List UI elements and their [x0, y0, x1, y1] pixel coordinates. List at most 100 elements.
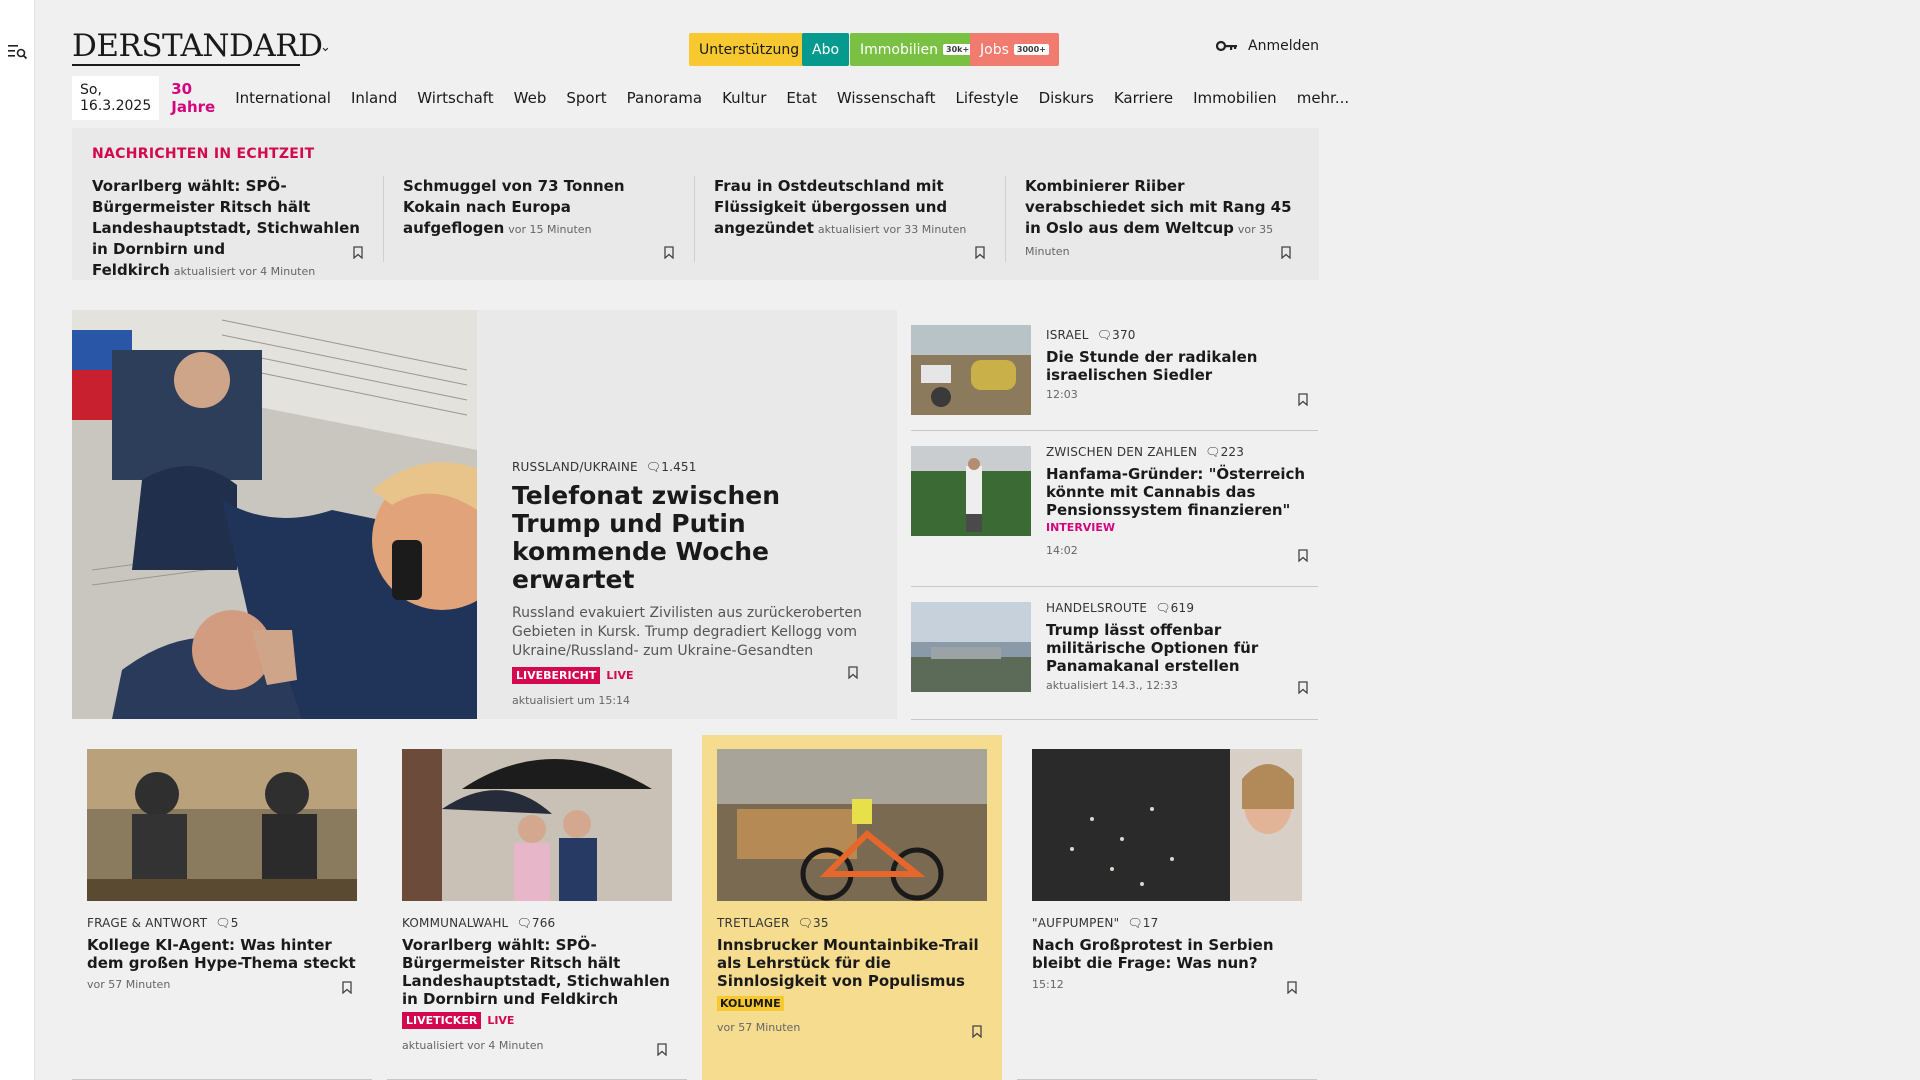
story-headline[interactable]: Hanfama-Gründer: "Österreich könnte mit …: [1046, 465, 1311, 519]
support-button[interactable]: Unterstützung: [689, 33, 810, 66]
comment-count[interactable]: 370: [1112, 328, 1136, 342]
lead-summary: Russland evakuiert Zivilisten aus zurück…: [512, 605, 862, 659]
chevron-down-icon[interactable]: ⌄: [320, 40, 331, 55]
nav-item-lifestyle[interactable]: Lifestyle: [956, 89, 1019, 107]
divider: [1005, 176, 1006, 262]
bookmark-icon[interactable]: [975, 246, 985, 259]
bookmark-icon[interactable]: [664, 246, 674, 259]
story-kicker: HANDELSROUTE: [1046, 601, 1148, 615]
nav-item-mehr[interactable]: mehr...: [1297, 89, 1349, 107]
ticker-item[interactable]: Vorarlberg wählt: SPÖ-Bürgermeister Rits…: [92, 176, 372, 279]
story-timestamp: 12:03: [1046, 388, 1078, 401]
comments-icon[interactable]: 🗨︎: [516, 916, 531, 930]
comments-icon[interactable]: 🗨︎: [1205, 445, 1220, 459]
live-label: LIVE: [487, 1014, 515, 1027]
nav-item-international[interactable]: International: [235, 89, 331, 107]
login-button[interactable]: Anmelden: [1216, 38, 1319, 54]
lead-story[interactable]: RUSSLAND/UKRAINE 🗨︎1.451 Telefonat zwisch…: [72, 310, 897, 719]
bookmark-icon[interactable]: [1298, 681, 1308, 694]
story-thumbnail[interactable]: [717, 749, 987, 901]
bookmark-icon[interactable]: [353, 246, 363, 259]
comment-count[interactable]: 766: [532, 916, 556, 930]
story-headline[interactable]: Kollege KI-Agent: Was hinter dem großen …: [87, 936, 359, 972]
nav-item-sport[interactable]: Sport: [566, 89, 606, 107]
ticker-item[interactable]: Schmuggel von 73 Tonnen Kokain nach Euro…: [403, 176, 683, 272]
story-text: FRAGE & ANTWORT 🗨︎5 Kollege KI-Agent: Was…: [87, 916, 359, 991]
nav-item-kultur[interactable]: Kultur: [722, 89, 766, 107]
comment-count[interactable]: 223: [1221, 445, 1245, 459]
immobilien-label: Immobilien: [860, 41, 939, 58]
comment-count[interactable]: 17: [1143, 916, 1159, 930]
lead-image[interactable]: [72, 310, 477, 719]
nav-item-inland[interactable]: Inland: [351, 89, 397, 107]
logo[interactable]: DERSTANDARD: [72, 28, 323, 64]
lead-timestamp: aktualisiert um 15:14: [512, 694, 631, 707]
lead-comment-count[interactable]: 1.451: [661, 460, 696, 474]
comments-icon[interactable]: 🗨︎: [1155, 601, 1170, 615]
comment-count[interactable]: 35: [813, 916, 829, 930]
nav-item-wissenschaft[interactable]: Wissenschaft: [837, 89, 936, 107]
story-kicker: ISRAEL: [1046, 328, 1089, 342]
list-item[interactable]: ISRAEL 🗨︎370 Die Stunde der radikalen isr…: [911, 310, 1318, 431]
story-thumbnail[interactable]: [1032, 749, 1302, 901]
bookmark-icon[interactable]: [972, 1025, 982, 1038]
comments-icon[interactable]: 🗨︎: [1097, 328, 1112, 342]
story-thumbnail[interactable]: [911, 325, 1031, 415]
bookmark-icon[interactable]: [1281, 246, 1291, 259]
nav-item-wirtschaft[interactable]: Wirtschaft: [417, 89, 493, 107]
nav-item-immobilien[interactable]: Immobilien: [1193, 89, 1277, 107]
story-text: TRETLAGER 🗨︎35 Innsbrucker Mountainbike-T…: [717, 916, 989, 1034]
nav-item-etat[interactable]: Etat: [786, 89, 816, 107]
story-card[interactable]: TRETLAGER 🗨︎35 Innsbrucker Mountainbike-T…: [702, 735, 1002, 1080]
comments-icon[interactable]: 🗨︎: [1127, 916, 1142, 930]
story-card[interactable]: "AUFPUMPEN" 🗨︎17 Nach Großprotest in Serb…: [1017, 735, 1317, 1080]
nav-item-web[interactable]: Web: [514, 89, 547, 107]
story-kicker: KOMMUNALWAHL: [402, 916, 509, 930]
story-card[interactable]: KOMMUNALWAHL 🗨︎766 Vorarlberg wählt: SPÖ-…: [387, 735, 687, 1080]
ticker-item[interactable]: Frau in Ostdeutschland mit Flüssigkeit ü…: [714, 176, 994, 272]
comments-icon[interactable]: 🗨︎: [215, 916, 230, 930]
story-kicker: ZWISCHEN DEN ZAHLEN: [1046, 445, 1198, 459]
menu-search-icon[interactable]: [8, 42, 28, 60]
lead-text: RUSSLAND/UKRAINE 🗨︎1.451 Telefonat zwisch…: [512, 460, 872, 707]
story-card[interactable]: FRAGE & ANTWORT 🗨︎5 Kollege KI-Agent: Was…: [72, 735, 372, 1080]
nav-item-30-jahre[interactable]: 30 Jahre: [171, 80, 215, 116]
story-text: ISRAEL 🗨︎370 Die Stunde der radikalen isr…: [1046, 328, 1311, 401]
bookmark-icon[interactable]: [657, 1043, 667, 1056]
story-headline[interactable]: Innsbrucker Mountainbike-Trail als Lehrs…: [717, 936, 989, 990]
story-headline[interactable]: Vorarlberg wählt: SPÖ-Bürgermeister Rits…: [402, 936, 674, 1008]
nav-item-karriere[interactable]: Karriere: [1114, 89, 1173, 107]
comment-count[interactable]: 619: [1171, 601, 1195, 615]
immobilien-button[interactable]: Immobilien 30k+: [850, 33, 983, 66]
story-timestamp: aktualisiert vor 4 Minuten: [402, 1039, 544, 1052]
ticker-item[interactable]: Kombinierer Riiber verabschiedet sich mi…: [1025, 176, 1305, 272]
current-date: So, 16.3.2025: [72, 76, 160, 120]
list-item[interactable]: HANDELSROUTE 🗨︎619 Trump lässt offenbar m…: [911, 587, 1318, 720]
story-thumbnail[interactable]: [87, 749, 357, 901]
comments-icon[interactable]: 🗨︎: [798, 916, 813, 930]
story-thumbnail[interactable]: [911, 446, 1031, 536]
livebericht-badge: LIVEBERICHT: [512, 667, 601, 684]
comment-count[interactable]: 5: [231, 916, 239, 930]
nav-item-panorama[interactable]: Panorama: [627, 89, 702, 107]
story-headline[interactable]: Trump lässt offenbar militärische Option…: [1046, 621, 1311, 675]
story-text: "AUFPUMPEN" 🗨︎17 Nach Großprotest in Serb…: [1032, 916, 1304, 991]
story-timestamp: aktualisiert 14.3., 12:33: [1046, 679, 1178, 692]
immobilien-badge: 30k+: [943, 44, 973, 55]
story-headline[interactable]: Nach Großprotest in Serbien bleibt die F…: [1032, 936, 1304, 972]
nav-item-diskurs[interactable]: Diskurs: [1039, 89, 1094, 107]
bookmark-icon[interactable]: [1298, 549, 1308, 562]
bookmark-icon[interactable]: [1298, 393, 1308, 406]
jobs-button[interactable]: Jobs 3000+: [970, 33, 1059, 66]
bookmark-icon[interactable]: [342, 981, 352, 994]
bookmark-icon[interactable]: [848, 666, 858, 679]
lead-headline[interactable]: Telefonat zwischen Trump und Putin komme…: [512, 482, 872, 594]
abo-button[interactable]: Abo: [802, 33, 850, 66]
story-headline[interactable]: Die Stunde der radikalen israelischen Si…: [1046, 348, 1311, 384]
comments-icon[interactable]: 🗨︎: [646, 460, 661, 474]
list-item[interactable]: ZWISCHEN DEN ZAHLEN 🗨︎223 Hanfama-Gründer…: [911, 431, 1318, 587]
story-thumbnail[interactable]: [911, 602, 1031, 692]
bookmark-icon[interactable]: [1287, 981, 1297, 994]
story-kicker: FRAGE & ANTWORT: [87, 916, 208, 930]
story-thumbnail[interactable]: [402, 749, 672, 901]
